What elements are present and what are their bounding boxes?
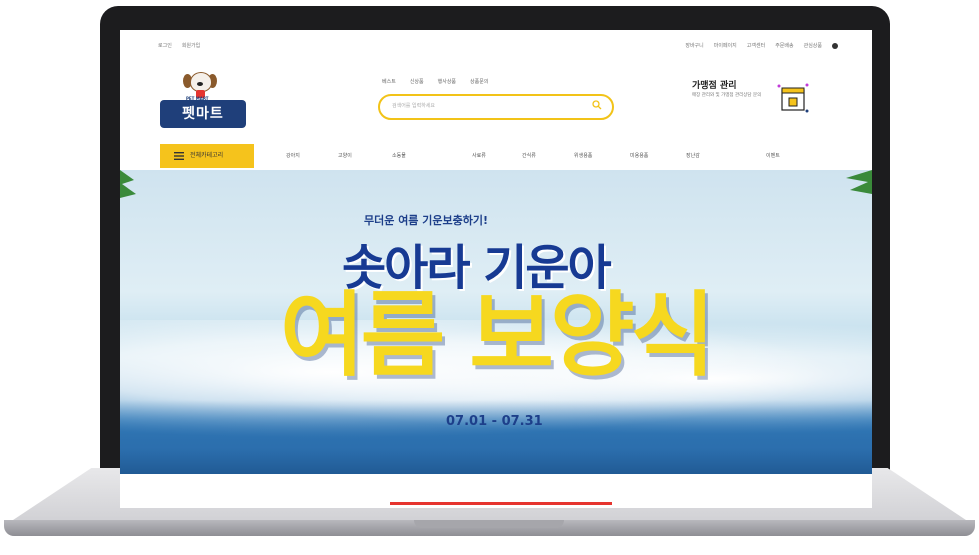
all-category-label: 전체카테고리 <box>190 152 224 159</box>
quick-link-sale[interactable]: 행사상품 <box>438 78 456 85</box>
util-link-join[interactable]: 회원가입 <box>182 42 200 49</box>
util-link-orders[interactable]: 주문배송 <box>775 42 793 49</box>
util-link-mypage[interactable]: 마이페이지 <box>714 42 737 49</box>
user-icon[interactable] <box>832 42 838 49</box>
all-category-button[interactable]: 전체카테고리 <box>160 144 254 168</box>
nav-item-event[interactable]: 이벤트 <box>766 152 780 159</box>
util-link-support[interactable]: 고객센터 <box>747 42 765 49</box>
search-placeholder: 검색어를 입력하세요 <box>392 103 435 109</box>
banner-title: 여름 보양식 <box>280 282 715 389</box>
hero-banner[interactable]: 무더운 여름 기운보충하기! 솟아라 기운아 여름 보양식 07.01 - 07… <box>120 170 872 474</box>
nav-item-toy[interactable]: 장난감 <box>686 152 700 159</box>
search-icon[interactable] <box>592 100 602 110</box>
laptop-notch <box>414 520 564 528</box>
util-link-login[interactable]: 로그인 <box>158 42 172 49</box>
wave-sea <box>120 400 872 474</box>
nav-item-cat[interactable]: 고양이 <box>338 152 352 159</box>
screen: 로그인 회원가입 장바구니 마이페이지 고객센터 주문배송 관심상품 PET M… <box>120 30 872 508</box>
store-icon <box>777 83 809 113</box>
hamburger-icon <box>174 152 184 160</box>
quick-link-new[interactable]: 신상품 <box>410 78 424 85</box>
franchise-promo[interactable]: 가맹점 관리 매장 관리와 및 가맹점 관리상담 문의 <box>692 78 822 126</box>
main-nav: 전체카테고리 강아지 고양이 소동물 사료류 간식류 위생용품 미용용품 장난감… <box>120 144 872 170</box>
utility-bar: 로그인 회원가입 장바구니 마이페이지 고객센터 주문배송 관심상품 <box>120 38 872 52</box>
banner-dates: 07.01 - 07.31 <box>446 414 543 429</box>
section-divider <box>390 502 612 505</box>
site-logo[interactable]: PET MART 펫마트 <box>160 70 248 128</box>
search-input[interactable]: 검색어를 입력하세요 <box>378 94 614 120</box>
quick-link-best[interactable]: 베스트 <box>382 78 396 85</box>
util-link-cart[interactable]: 장바구니 <box>685 42 703 49</box>
quick-link-inquiry[interactable]: 상품문의 <box>470 78 488 85</box>
franchise-title: 가맹점 관리 <box>692 81 737 91</box>
leaf-icon <box>120 170 136 198</box>
nav-item-beauty[interactable]: 미용용품 <box>630 152 648 159</box>
nav-item-hygiene[interactable]: 위생용품 <box>574 152 592 159</box>
util-link-wishlist[interactable]: 관심상품 <box>804 42 822 49</box>
leaf-icon <box>846 170 872 194</box>
franchise-desc: 매장 관리와 및 가맹점 관리상담 문의 <box>692 93 762 98</box>
nav-item-dog[interactable]: 강아지 <box>286 152 300 159</box>
logo-text: 펫마트 <box>160 100 246 128</box>
banner-subline-text: 무더운 여름 기운보충하기! <box>364 214 488 227</box>
search-quick-links: 베스트 신상품 행사상품 상품문의 <box>382 78 488 85</box>
banner-subline: 무더운 여름 기운보충하기! <box>364 212 488 228</box>
nav-item-feed[interactable]: 사료류 <box>472 152 486 159</box>
nav-item-snack[interactable]: 간식류 <box>522 152 536 159</box>
nav-item-small-animal[interactable]: 소동물 <box>392 152 406 159</box>
